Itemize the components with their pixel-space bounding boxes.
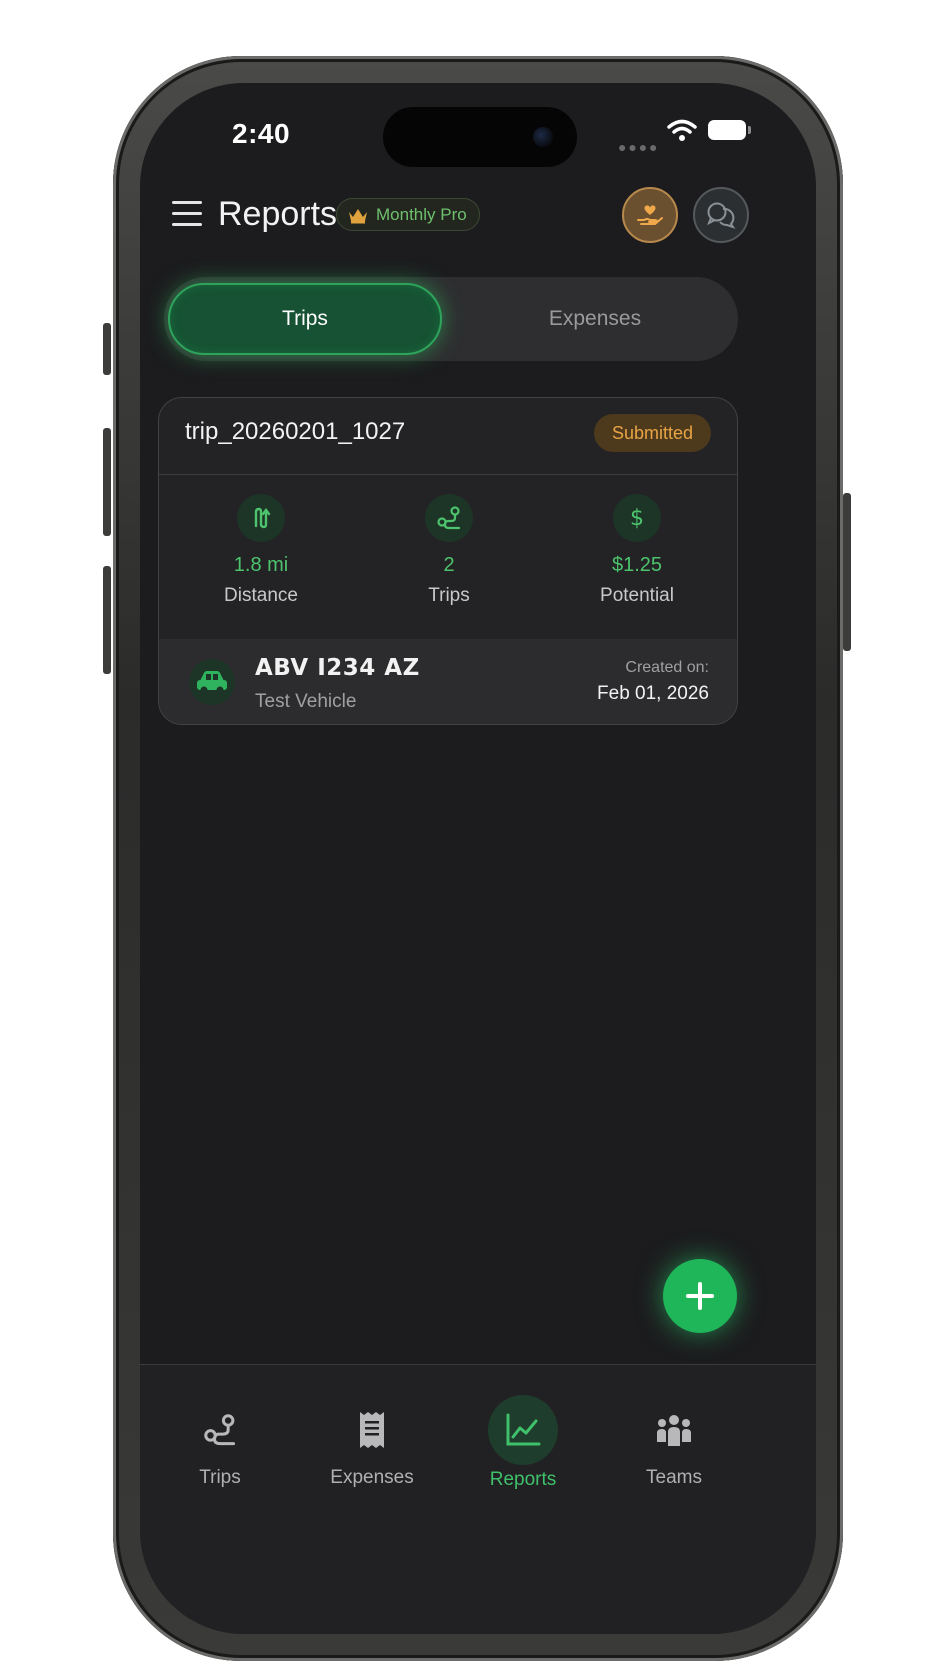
report-card-header: trip_20260201_1027 Submitted	[159, 398, 737, 475]
nav-trips[interactable]: Trips	[160, 1395, 280, 1489]
trip-path-icon	[437, 506, 461, 530]
created-date: Feb 01, 2026	[597, 683, 709, 704]
power-button	[843, 493, 851, 651]
stat-potential: $ $1.25 Potential	[547, 494, 727, 607]
plus-icon	[686, 1282, 714, 1310]
tab-trips[interactable]: Trips	[168, 283, 442, 355]
created-label: Created on:	[625, 659, 709, 676]
vehicle-row: ABV I234 AZ Test Vehicle Created on: Feb…	[159, 639, 737, 724]
car-icon	[197, 671, 227, 694]
volume-up-button	[103, 428, 111, 536]
volume-down-button	[103, 566, 111, 674]
nav-trips-label: Trips	[199, 1467, 241, 1488]
stat-potential-value: $1.25	[611, 554, 663, 576]
wifi-icon	[667, 119, 697, 141]
chart-icon	[506, 1413, 541, 1446]
chat-bubbles-icon	[707, 202, 736, 229]
tab-expenses[interactable]: Expenses	[458, 283, 732, 355]
report-type-tabs: Trips Expenses	[164, 277, 738, 361]
battery-icon	[708, 120, 751, 140]
crown-icon	[349, 208, 367, 223]
stat-trips-value: 2	[443, 554, 455, 576]
chat-button[interactable]	[693, 187, 749, 243]
stat-distance-value: 1.8 mi	[233, 554, 289, 576]
nav-reports[interactable]: Reports	[463, 1395, 583, 1491]
vehicle-plate: ABV I234 AZ	[255, 655, 420, 681]
plan-badge[interactable]: Monthly Pro	[336, 198, 480, 231]
report-id: trip_20260201_1027	[185, 418, 406, 445]
add-report-button[interactable]	[663, 1259, 737, 1333]
nav-teams[interactable]: Teams	[614, 1395, 734, 1489]
heart-hand-icon	[637, 205, 663, 225]
signal-icon: ● ● ● ●	[618, 139, 657, 155]
plan-badge-label: Monthly Pro	[376, 204, 467, 224]
vehicle-name: Test Vehicle	[255, 691, 357, 712]
route-icon	[254, 507, 271, 529]
receipt-icon	[360, 1412, 384, 1448]
stat-potential-label: Potential	[600, 585, 674, 606]
stat-trips: 2 Trips	[359, 494, 539, 607]
bottom-nav: Trips Expenses Reports Teams	[140, 1364, 816, 1634]
stat-trips-label: Trips	[428, 585, 470, 606]
dynamic-island	[383, 107, 577, 167]
report-card[interactable]: trip_20260201_1027 Submitted 1.8 mi Dist…	[158, 397, 738, 725]
donate-button[interactable]	[622, 187, 678, 243]
stat-distance: 1.8 mi Distance	[171, 494, 351, 607]
status-badge: Submitted	[593, 414, 711, 452]
trip-path-icon	[204, 1414, 236, 1446]
status-time: 2:40	[232, 118, 291, 149]
team-icon	[657, 1415, 691, 1446]
app-screen: 2:40 ● ● ● ● Reports Monthly Pro Trips E…	[140, 83, 816, 1634]
page-title: Reports	[218, 195, 338, 233]
report-stats: 1.8 mi Distance 2 Trips $ $1.25 Potentia…	[159, 476, 737, 639]
svg-text:$: $	[630, 506, 644, 531]
dollar-icon: $	[630, 506, 644, 531]
menu-icon[interactable]	[172, 201, 202, 229]
action-button	[103, 323, 111, 375]
stat-distance-label: Distance	[224, 585, 298, 606]
nav-teams-label: Teams	[646, 1467, 702, 1488]
nav-expenses[interactable]: Expenses	[312, 1395, 432, 1489]
nav-expenses-label: Expenses	[330, 1467, 414, 1488]
nav-reports-label: Reports	[489, 1469, 557, 1490]
